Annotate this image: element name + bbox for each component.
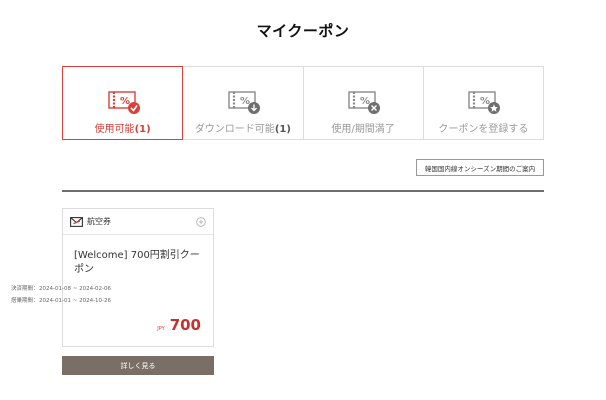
onseason-info-button[interactable]: 韓国国内線オンシーズン期間のご案内 bbox=[416, 159, 544, 176]
payment-period-value: 2024-01-08 ~ 2024-02-06 bbox=[39, 286, 112, 292]
view-details-button[interactable]: 詳しく見る bbox=[62, 356, 214, 375]
coupon-type-label: 航空券 bbox=[87, 217, 111, 226]
coupon-price: JPY 700 bbox=[157, 316, 201, 334]
coupon-download-icon: % bbox=[228, 91, 260, 114]
coupon-title: [Welcome] 700円割引クーポン bbox=[74, 250, 200, 275]
coupon-card: 航空券 [Welcome] 700円割引クーポン JPY 700 bbox=[62, 208, 214, 347]
boarding-period-value: 2024-01-01 ~ 2024-10-26 bbox=[39, 298, 112, 304]
tab-available-label: 使用可能 bbox=[94, 124, 135, 135]
tab-used-expired-label: 使用/期間満了 bbox=[331, 124, 395, 135]
svg-text:%: % bbox=[240, 96, 250, 107]
coupon-register-icon: % bbox=[468, 91, 501, 114]
tab-register[interactable]: % クーポンを登録する bbox=[423, 66, 544, 140]
tab-available-count: (1) bbox=[134, 124, 151, 135]
tab-downloadable[interactable]: % ダウンロード可能(1) bbox=[183, 66, 304, 140]
coupon-check-icon: % bbox=[107, 91, 140, 114]
coupon-amount: 700 bbox=[169, 316, 201, 334]
payment-period-label: 決済期間 bbox=[11, 286, 34, 292]
tab-available[interactable]: % 使用可能(1) bbox=[62, 66, 184, 140]
coupon-card-header: 航空券 bbox=[63, 209, 213, 235]
boarding-period-row: 搭乗期間：2024-01-01 ~ 2024-10-26 bbox=[11, 296, 111, 304]
tab-downloadable-label: ダウンロード可能 bbox=[194, 124, 275, 135]
section-divider bbox=[62, 190, 544, 192]
ticket-envelope-icon bbox=[70, 216, 83, 227]
svg-text:%: % bbox=[360, 96, 370, 107]
tab-downloadable-count: (1) bbox=[274, 124, 291, 135]
svg-text:%: % bbox=[120, 96, 130, 107]
page-title: マイクーポン bbox=[256, 22, 350, 40]
coupon-tabs: % 使用可能(1) % ダウンロード可能(1) % 使用/期間満了 % クーポン… bbox=[62, 66, 544, 140]
payment-period-row: 決済期間：2024-01-08 ~ 2024-02-06 bbox=[11, 284, 111, 292]
coupon-expired-icon: % bbox=[348, 91, 381, 114]
tab-used-expired[interactable]: % 使用/期間満了 bbox=[303, 66, 424, 140]
plus-circle-icon[interactable] bbox=[196, 217, 206, 227]
svg-text:%: % bbox=[480, 96, 490, 107]
boarding-period-label: 搭乗期間 bbox=[11, 298, 34, 304]
tab-register-label: クーポンを登録する bbox=[438, 124, 529, 135]
coupon-currency: JPY bbox=[157, 326, 165, 332]
